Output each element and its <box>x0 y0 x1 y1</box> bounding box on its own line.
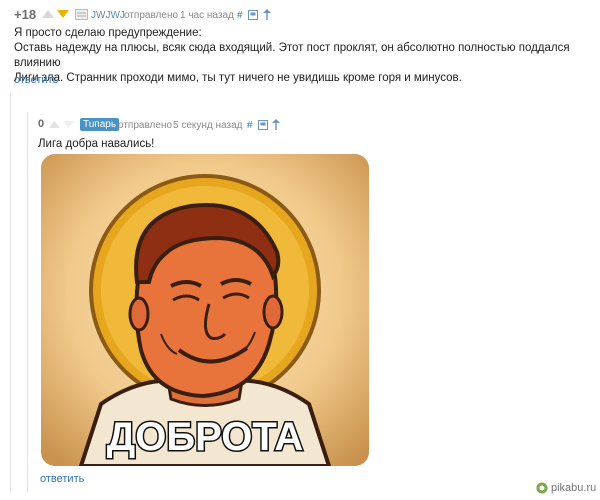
comment-1-rating: +18 <box>14 7 37 22</box>
comment-1-posted-label: отправлено <box>124 10 179 21</box>
comment-2-rating: 0 <box>38 118 45 130</box>
pikabu-logo-icon <box>536 482 548 494</box>
comment-2-image[interactable]: ДОБРОТА <box>41 154 369 466</box>
up-arrow-icon[interactable] <box>49 121 60 128</box>
comment-1-permalink[interactable]: # <box>237 10 243 21</box>
comment-2-posted-label: отправлено <box>118 120 173 131</box>
parent-arrow-icon[interactable] <box>263 9 271 20</box>
up-arrow-icon[interactable] <box>42 10 54 18</box>
thread-line-left <box>10 93 11 493</box>
watermark: pikabu.ru <box>536 482 596 494</box>
comment-2-reply-link[interactable]: ответить <box>40 473 84 485</box>
comment-1-author[interactable]: JWJWJ <box>91 10 125 21</box>
image-caption: ДОБРОТА <box>107 415 303 459</box>
comment-2-permalink[interactable]: # <box>247 120 253 131</box>
comment-1-reply-link[interactable]: ответить <box>14 74 58 86</box>
down-arrow-icon[interactable] <box>57 10 69 18</box>
save-icon[interactable] <box>258 120 268 130</box>
save-icon[interactable] <box>248 10 258 20</box>
comment-2-author-badge[interactable]: Tuпарь <box>80 118 120 131</box>
comment-1-line-1: Я просто сделаю предупреждение: <box>14 27 202 39</box>
avatar-icon <box>75 9 88 20</box>
thread-line-reply <box>27 112 28 492</box>
parent-arrow-icon[interactable] <box>272 119 280 130</box>
comment-1-text: Я просто сделаю предупреждение: Оставь н… <box>14 26 594 86</box>
comment-1-time: 1 час назад <box>180 10 234 21</box>
watermark-text: pikabu.ru <box>551 482 597 494</box>
comment-2-time: 5 секунд назад <box>173 120 243 131</box>
comment-1-line-3: Лиги зла. Странник проходи мимо, ты тут … <box>14 72 462 84</box>
down-arrow-icon[interactable] <box>63 121 74 128</box>
comment-1-line-2: Оставь надежду на плюсы, всяк сюда входя… <box>14 42 570 69</box>
comment-2-text: Лига добра навались! <box>38 138 155 150</box>
